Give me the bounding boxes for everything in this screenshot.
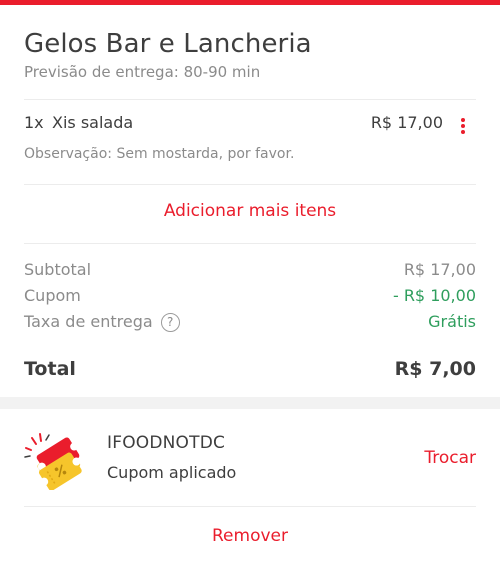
subtotal-value: R$ 17,00	[403, 260, 476, 279]
delivery-estimate: Previsão de entrega: 80-90 min	[24, 63, 261, 81]
coupon-status: Cupom aplicado	[107, 463, 237, 482]
remove-coupon-button[interactable]: Remover	[0, 526, 500, 546]
coupon-discount-value: - R$ 10,00	[392, 286, 476, 305]
divider	[24, 506, 476, 507]
divider	[24, 243, 476, 244]
coupon-label: Cupom	[24, 286, 81, 305]
subtotal-row: Subtotal R$ 17,00	[24, 260, 476, 282]
coupon-card: IFOODNOTDC Cupom aplicado Trocar Remover	[0, 409, 500, 567]
add-more-items-button[interactable]: Adicionar mais itens	[0, 201, 500, 221]
divider	[24, 184, 476, 185]
item-name: Xis salada	[52, 113, 134, 132]
item-price: R$ 17,00	[370, 113, 443, 132]
subtotal-label: Subtotal	[24, 260, 92, 279]
coupon-ticket-icon	[24, 433, 82, 490]
total-label: Total	[24, 358, 76, 380]
item-quantity: 1x	[24, 113, 44, 132]
help-icon[interactable]: ?	[160, 313, 180, 332]
cart-item: 1x Xis salada R$ 17,00	[24, 113, 476, 137]
coupon-code: IFOODNOTDC	[107, 433, 226, 453]
kebab-menu-icon[interactable]	[458, 113, 468, 137]
store-name: Gelos Bar e Lancheria	[24, 29, 312, 59]
swap-coupon-button[interactable]: Trocar	[424, 448, 476, 468]
delivery-fee-value: Grátis	[428, 312, 476, 331]
coupon-row: Cupom - R$ 10,00	[24, 286, 476, 308]
total-value: R$ 7,00	[394, 358, 476, 380]
delivery-fee-row: Taxa de entrega? Grátis	[24, 312, 476, 334]
delivery-fee-label: Taxa de entrega	[24, 312, 153, 331]
section-separator	[0, 397, 500, 409]
item-note: Observação: Sem mostarda, por favor.	[24, 146, 295, 162]
total-row: Total R$ 7,00	[24, 358, 476, 386]
divider	[24, 99, 476, 100]
